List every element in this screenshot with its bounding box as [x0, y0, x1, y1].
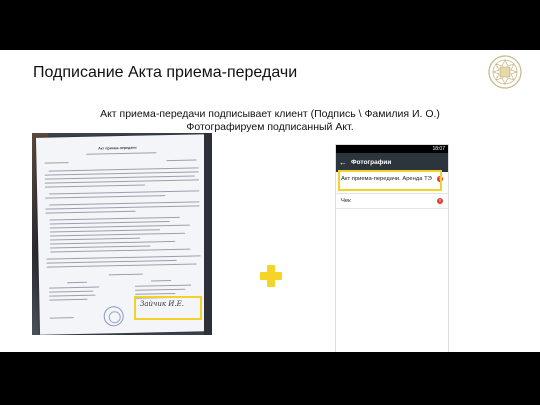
- signature: Зайчик И.Е.: [140, 300, 184, 308]
- plus-icon: [260, 265, 282, 287]
- logo-icon: [488, 55, 522, 89]
- status-time: 18:07: [432, 146, 445, 152]
- document-header: Акт приема-передачи: [98, 145, 137, 151]
- stamp-icon: [103, 306, 124, 327]
- photo-list-item-receipt[interactable]: Чек !: [336, 194, 448, 209]
- status-bar: 18:07: [336, 145, 448, 153]
- act-item-highlight: [338, 170, 442, 191]
- page-title: Подписание Акта приема-передачи: [33, 64, 298, 81]
- back-arrow-icon[interactable]: ←: [339, 158, 347, 167]
- app-bar-title: Фотографии: [351, 159, 392, 166]
- list-item-label: Чек: [341, 198, 351, 204]
- subtitle: Акт приема-передачи подписывает клиент (…: [100, 108, 440, 133]
- slide: Подписание Акта приема-передачи Акт прие…: [0, 50, 540, 352]
- error-icon: !: [437, 198, 443, 204]
